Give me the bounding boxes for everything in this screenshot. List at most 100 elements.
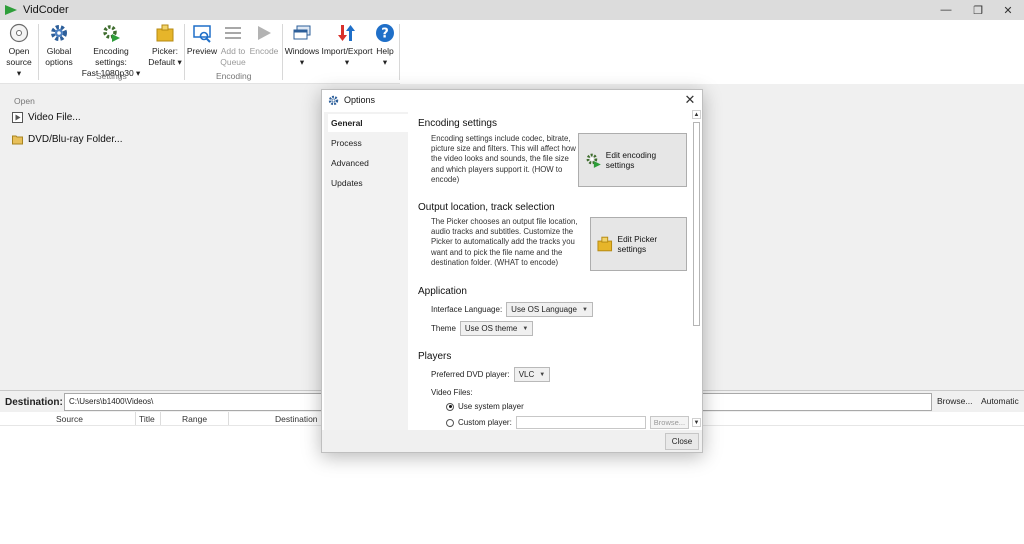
scroll-down-icon[interactable]: ▼ [692, 418, 701, 427]
output-location-heading: Output location, track selection [418, 202, 555, 213]
dvd-player-row: Preferred DVD player: VLC ▼ [431, 367, 551, 382]
system-player-label: Use system player [458, 402, 524, 411]
nav-process[interactable]: Process [328, 134, 408, 152]
svg-text:?: ? [381, 27, 389, 42]
application-heading: Application [418, 286, 467, 297]
title-bar: VidCoder — ❐ ✕ [0, 0, 1024, 20]
close-button[interactable]: Close [665, 433, 699, 450]
queue-list-icon [225, 27, 241, 39]
open-source-button[interactable]: Open source ▾ [5, 23, 33, 79]
custom-player-browse-button[interactable]: Browse... [649, 416, 690, 429]
video-file-icon [12, 112, 23, 123]
column-destination[interactable]: Destination [275, 414, 318, 424]
destination-label: Destination: [5, 397, 63, 408]
column-title[interactable]: Title [139, 414, 155, 424]
column-divider [228, 412, 229, 425]
interface-language-label: Interface Language: [431, 305, 503, 314]
window-title: VidCoder [23, 4, 69, 16]
picker-label-2: Default ▾ [148, 57, 182, 67]
custom-player-radio[interactable] [446, 418, 454, 427]
close-window-button[interactable]: ✕ [992, 0, 1024, 20]
picker-label-1: Picker: [152, 46, 178, 56]
help-label-1: Help [376, 46, 394, 56]
chevron-down-icon: ▼ [539, 371, 546, 378]
help-button[interactable]: ? Help ▾ [374, 23, 396, 68]
dvd-player-dropdown[interactable]: VLC ▼ [513, 367, 551, 382]
theme-value: Use OS theme [464, 324, 518, 333]
windows-label-1: Windows [284, 46, 320, 56]
options-scrollbar[interactable]: ▲ ▼ [692, 110, 701, 430]
vidcoder-logo-icon [5, 5, 17, 15]
options-close-icon[interactable]: ✕ [683, 93, 697, 107]
system-player-radio[interactable] [446, 402, 454, 411]
restore-button[interactable]: ❐ [962, 0, 994, 20]
players-heading: Players [418, 351, 452, 362]
toolbar-ribbon: Open source ▾ Global options Encoding se… [0, 20, 400, 83]
scrollbar-thumb[interactable] [693, 122, 700, 326]
options-nav: General Process Advanced Updates [324, 112, 408, 430]
dvd-player-label: Preferred DVD player: [431, 370, 510, 379]
encode-button[interactable]: Encode [249, 23, 279, 57]
open-section-label: Open [14, 96, 35, 106]
nav-general[interactable]: General [328, 114, 408, 132]
add-to-queue-label-2: Queue [220, 57, 246, 67]
gear-icon [51, 25, 67, 41]
edit-picker-settings-button[interactable]: Edit Picker settings [590, 217, 687, 271]
custom-player-path-input[interactable] [515, 416, 646, 429]
theme-label: Theme [431, 324, 456, 333]
picker-button[interactable]: Picker: Default ▾ [148, 23, 182, 68]
open-source-label-1: Open [8, 46, 30, 56]
import-export-label-1: Import/Export [321, 46, 373, 56]
import-export-button[interactable]: Import/Export ▾ [321, 23, 373, 68]
disc-icon [9, 23, 29, 43]
interface-language-value: Use OS Language [511, 305, 577, 314]
chevron-down-icon: ▼ [522, 325, 529, 332]
column-divider [135, 412, 136, 425]
encoding-settings-description: Encoding settings include codec, bitrate… [431, 134, 576, 184]
dvd-player-value: VLC [518, 370, 535, 379]
options-dialog: Options ✕ General Process Advanced Updat… [321, 89, 703, 453]
settings-group-label: Settings [96, 71, 127, 81]
open-dvd-folder-link[interactable]: DVD/Blu-ray Folder... [12, 134, 122, 145]
interface-language-row: Interface Language: Use OS Language ▼ [431, 302, 593, 317]
interface-language-dropdown[interactable]: Use OS Language ▼ [506, 302, 593, 317]
preview-icon [193, 25, 211, 43]
folder-icon [12, 135, 23, 145]
add-to-queue-button[interactable]: Add to Queue [219, 23, 247, 68]
edit-picker-settings-label: Edit Picker settings [617, 234, 658, 254]
column-source[interactable]: Source [56, 414, 83, 424]
encoding-settings-label-1: Encoding settings: [93, 46, 129, 67]
video-file-label: Video File... [28, 112, 81, 123]
preview-button[interactable]: Preview [187, 23, 217, 57]
open-video-file-link[interactable]: Video File... [12, 112, 81, 123]
destination-browse-button[interactable]: Browse... [937, 396, 972, 406]
scroll-up-icon[interactable]: ▲ [692, 110, 701, 119]
options-footer: Close [322, 430, 702, 452]
theme-dropdown[interactable]: Use OS theme ▼ [459, 321, 534, 336]
windows-button[interactable]: Windows ▾ [285, 23, 319, 68]
windows-label-2: ▾ [299, 57, 305, 67]
picker-icon [597, 236, 613, 252]
import-export-arrows-icon [338, 25, 355, 41]
encoding-gear-icon [586, 153, 601, 168]
options-gear-icon [328, 95, 339, 105]
destination-automatic-button[interactable]: Automatic [981, 396, 1019, 406]
edit-encoding-settings-button[interactable]: Edit encoding settings [578, 133, 687, 187]
encode-label: Encode [249, 46, 279, 56]
picker-icon [156, 24, 174, 42]
group-separator [282, 24, 283, 80]
nav-updates[interactable]: Updates [328, 174, 408, 192]
system-player-radio-row[interactable]: Use system player [446, 402, 524, 411]
chevron-down-icon: ▼ [582, 306, 588, 313]
group-separator [184, 24, 185, 80]
custom-player-radio-row[interactable]: Custom player: Browse... [446, 416, 690, 429]
minimize-button[interactable]: — [930, 0, 962, 20]
group-separator [399, 24, 400, 80]
nav-advanced[interactable]: Advanced [328, 154, 408, 172]
column-divider [160, 412, 161, 425]
custom-player-label: Custom player: [458, 418, 512, 427]
encoding-group-label: Encoding [216, 71, 252, 81]
global-options-button[interactable]: Global options [44, 23, 74, 68]
column-range[interactable]: Range [182, 414, 207, 424]
group-separator [38, 24, 39, 80]
